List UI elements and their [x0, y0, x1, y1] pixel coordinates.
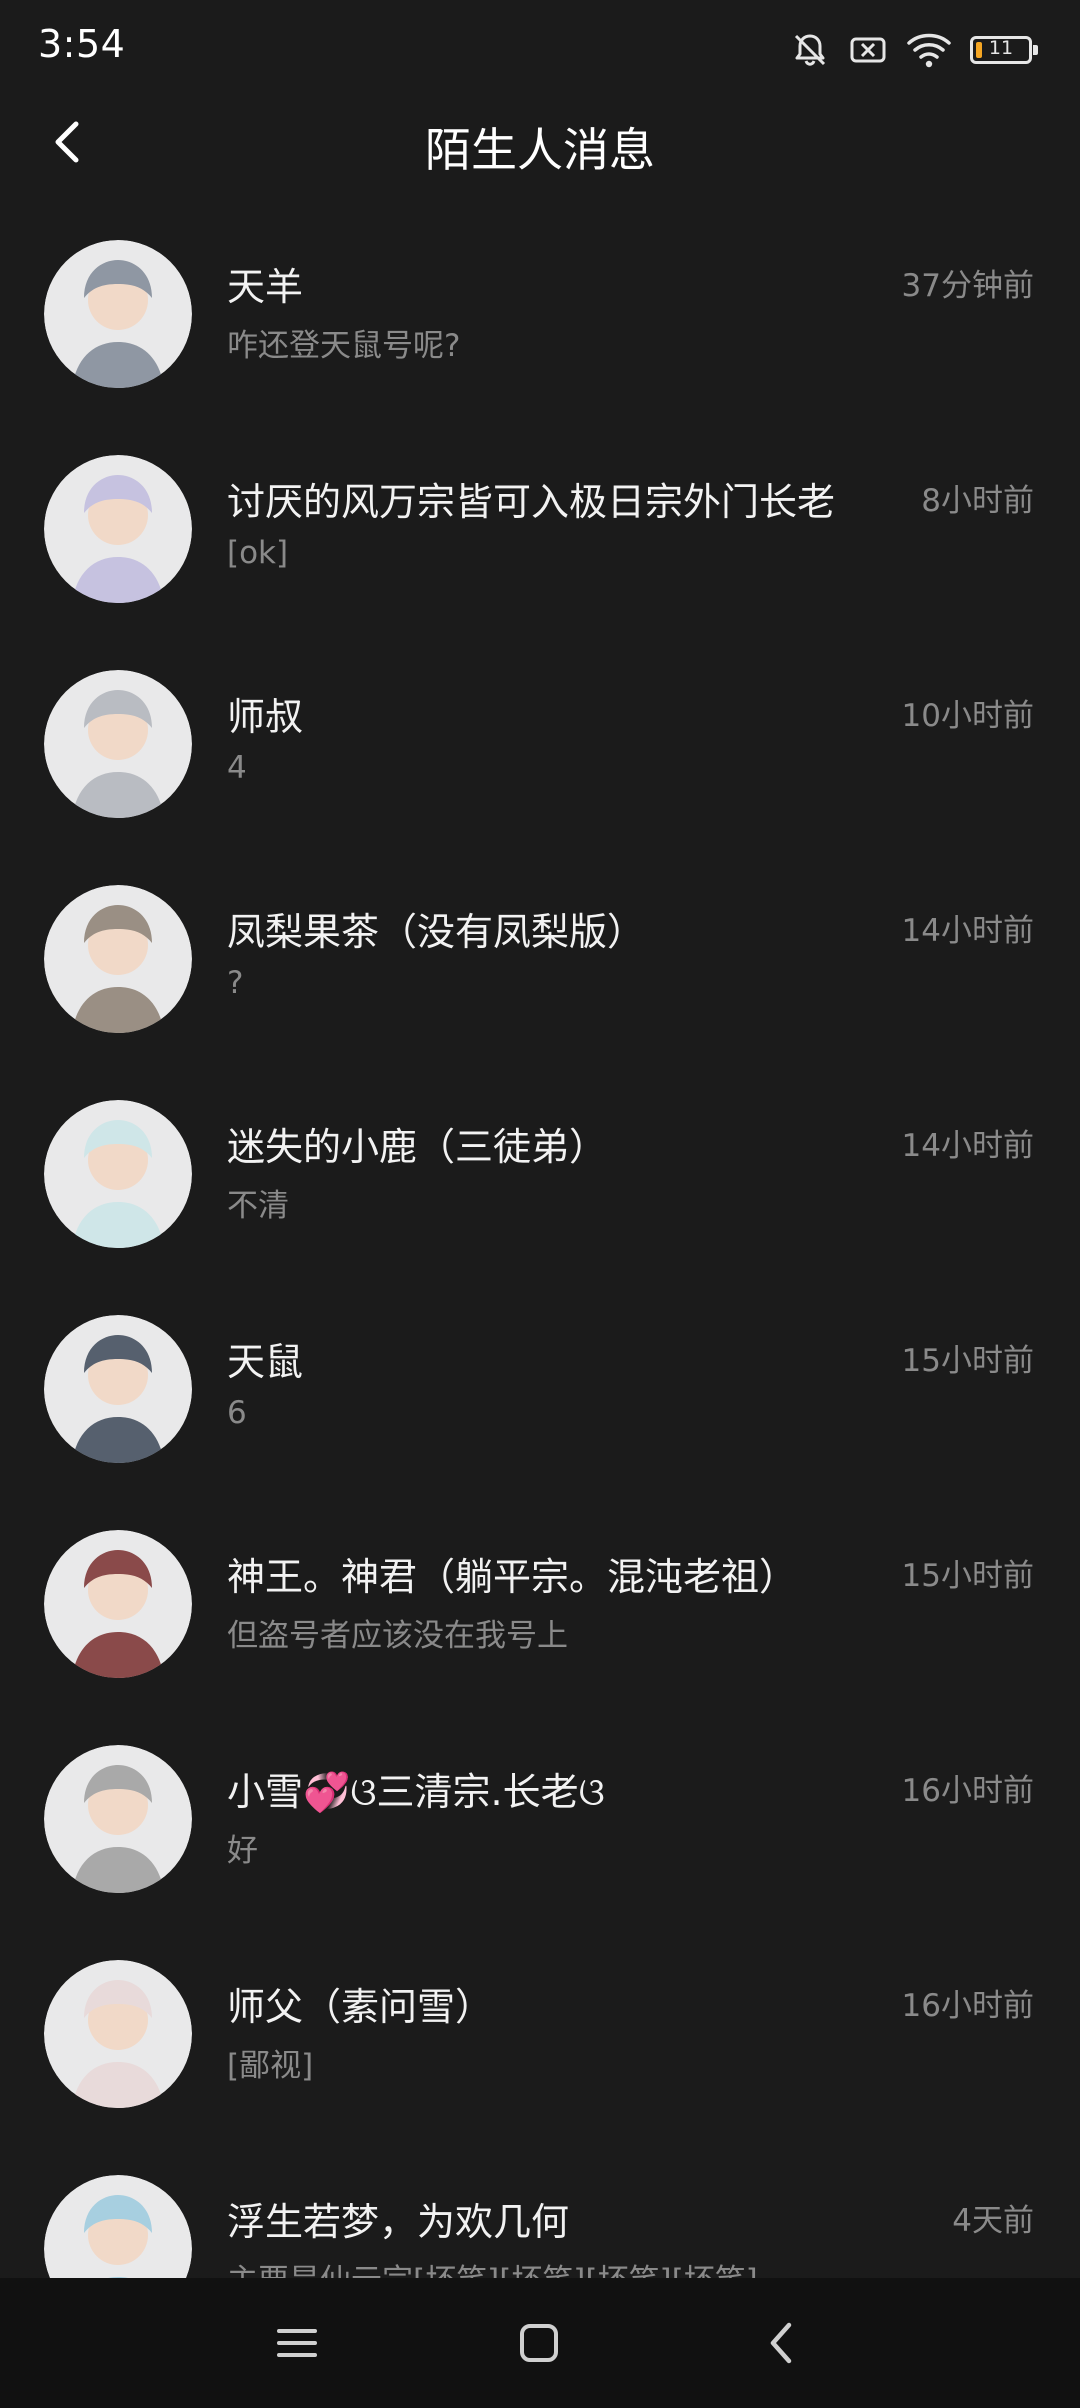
avatar-image	[44, 240, 192, 388]
message-preview: 不清	[227, 1188, 289, 1224]
nav-menu-button[interactable]	[262, 2308, 332, 2378]
avatar-image	[44, 1530, 192, 1678]
sender-name: 凤梨果茶（没有凤梨版）	[227, 910, 646, 954]
message-time: 4天前	[952, 2203, 1034, 2239]
avatar[interactable]	[44, 2175, 192, 2278]
message-list-item[interactable]: 师父（素问雪） [鄙视] 16小时前	[0, 1930, 1080, 2145]
message-time: 14小时前	[901, 913, 1034, 949]
message-list-item[interactable]: 讨厌的风万宗皆可入极日宗外门长老 [ok] 8小时前	[0, 425, 1080, 640]
avatar-image	[44, 1100, 192, 1248]
message-list-item[interactable]: 天鼠 6 15小时前	[0, 1285, 1080, 1500]
avatar[interactable]	[44, 1530, 192, 1678]
message-preview: ?	[227, 965, 244, 1001]
navigation-bar	[0, 2278, 1080, 2408]
message-list[interactable]: 天羊咋还登天鼠号呢? 37分钟前讨厌的风万宗皆可入极日宗外门长老 [ok] 8小时前师…	[0, 210, 1080, 2278]
message-time: 15小时前	[901, 1558, 1034, 1594]
avatar-image	[44, 2175, 192, 2278]
message-list-item[interactable]: 天羊咋还登天鼠号呢? 37分钟前	[0, 210, 1080, 425]
status-bar: 3:54 11	[0, 0, 1080, 96]
message-list-item[interactable]: 浮生若梦，为欢几何主要是仙云宗[坏笑][坏笑][坏笑][坏笑] 4天前	[0, 2145, 1080, 2278]
message-list-item[interactable]: 神王。神君（躺平宗。混沌老祖） 但盗号者应该没在我号上 15小时前	[0, 1500, 1080, 1715]
wifi-icon	[906, 30, 952, 70]
avatar-image	[44, 1315, 192, 1463]
sender-name: 师叔	[227, 695, 304, 739]
message-preview: 咋还登天鼠号呢?	[227, 328, 461, 364]
back-triangle-icon	[770, 2322, 792, 2364]
avatar[interactable]	[44, 1745, 192, 1893]
message-list-item[interactable]: 迷失的小鹿（三徒弟） 不清 14小时前	[0, 1070, 1080, 1285]
sim-off-icon	[848, 30, 888, 70]
message-list-item[interactable]: 师叔 4 10小时前	[0, 640, 1080, 855]
avatar-image	[44, 455, 192, 603]
sender-name: 神王。神君（躺平宗。混沌老祖）	[227, 1555, 798, 1599]
avatar[interactable]	[44, 240, 192, 388]
battery-icon: 11	[970, 36, 1038, 64]
avatar-image	[44, 885, 192, 1033]
message-preview: 4	[227, 750, 247, 786]
sender-name: 浮生若梦，为欢几何	[227, 2200, 570, 2244]
header: 陌生人消息	[0, 96, 1080, 188]
bell-muted-icon	[790, 30, 830, 70]
avatar[interactable]	[44, 670, 192, 818]
sender-name: 迷失的小鹿（三徒弟）	[227, 1125, 608, 1169]
sender-name: 天羊	[227, 265, 304, 309]
message-list-item[interactable]: 凤梨果茶（没有凤梨版）? 14小时前	[0, 855, 1080, 1070]
avatar[interactable]	[44, 1100, 192, 1248]
avatar-image	[44, 1960, 192, 2108]
sender-name: 天鼠	[227, 1340, 304, 1384]
message-preview: 6	[227, 1395, 247, 1431]
message-preview: [ok]	[227, 535, 289, 571]
message-time: 14小时前	[901, 1128, 1034, 1164]
status-time: 3:54	[38, 22, 126, 66]
message-time: 16小时前	[901, 1988, 1034, 2024]
message-list-item[interactable]: 小雪💞ଓ三清宗.长老ଓ 好 16小时前	[0, 1715, 1080, 1930]
avatar[interactable]	[44, 1315, 192, 1463]
sender-name: 小雪💞ଓ三清宗.长老ଓ	[227, 1770, 605, 1814]
message-preview: [鄙视]	[227, 2048, 314, 2084]
message-time: 37分钟前	[901, 268, 1034, 304]
message-time: 10小时前	[901, 698, 1034, 734]
page-title: 陌生人消息	[425, 123, 655, 177]
message-time: 16小时前	[901, 1773, 1034, 1809]
message-preview: 但盗号者应该没在我号上	[227, 1618, 568, 1654]
home-square-icon	[520, 2324, 558, 2362]
avatar-image	[44, 670, 192, 818]
avatar-image	[44, 1745, 192, 1893]
sender-name: 师父（素问雪）	[227, 1985, 494, 2029]
menu-icon	[277, 2329, 317, 2357]
message-time: 15小时前	[901, 1343, 1034, 1379]
battery-level: 11	[988, 37, 1014, 59]
sender-name: 讨厌的风万宗皆可入极日宗外门长老	[227, 480, 836, 524]
message-preview: 好	[227, 1833, 258, 1869]
message-time: 8小时前	[921, 483, 1034, 519]
message-preview: 主要是仙云宗[坏笑][坏笑][坏笑][坏笑]	[227, 2255, 758, 2278]
avatar[interactable]	[44, 1960, 192, 2108]
screen: 3:54 11 陌生人消息 天羊 咋还登天鼠号呢? 37分钟前 讨厌的风万宗皆可…	[0, 0, 1080, 2408]
avatar[interactable]	[44, 455, 192, 603]
status-icons: 11	[790, 26, 1038, 74]
avatar[interactable]	[44, 885, 192, 1033]
nav-home-button[interactable]	[504, 2308, 574, 2378]
nav-back-button[interactable]	[746, 2308, 816, 2378]
